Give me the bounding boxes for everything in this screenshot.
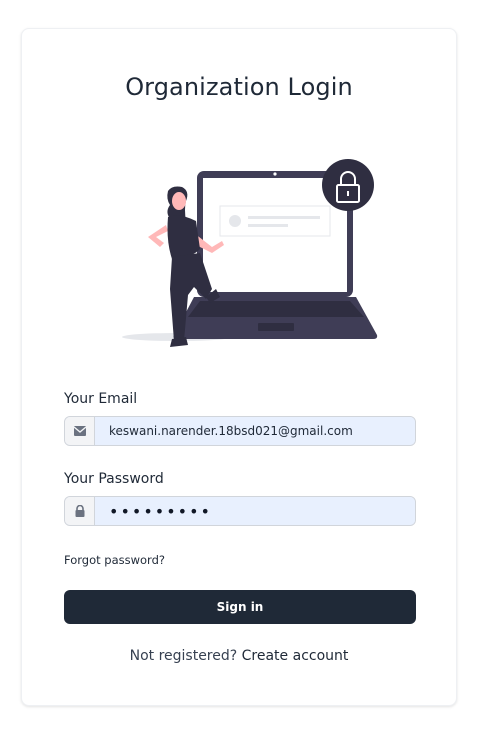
create-account-link[interactable]: Create account <box>242 648 349 664</box>
sign-in-button[interactable]: Sign in <box>64 590 416 624</box>
login-illustration <box>122 159 378 347</box>
email-label: Your Email <box>64 391 138 407</box>
not-registered-text: Not registered? <box>129 648 238 664</box>
password-field[interactable]: ••••••••• <box>95 497 415 525</box>
password-label: Your Password <box>64 471 164 487</box>
register-prompt: Not registered? Create account <box>22 648 456 664</box>
password-input-group: ••••••••• <box>64 496 416 526</box>
login-card: Organization Login Your Email keswani.na… <box>21 28 457 706</box>
password-value: ••••••••• <box>109 501 212 521</box>
email-input-group: keswani.narender.18bsd021@gmail.com <box>64 416 416 446</box>
email-field[interactable]: keswani.narender.18bsd021@gmail.com <box>95 417 415 445</box>
envelope-icon <box>65 417 95 445</box>
page-title: Organization Login <box>125 73 353 101</box>
lock-icon <box>65 497 95 525</box>
forgot-password-link[interactable]: Forgot password? <box>64 553 165 567</box>
